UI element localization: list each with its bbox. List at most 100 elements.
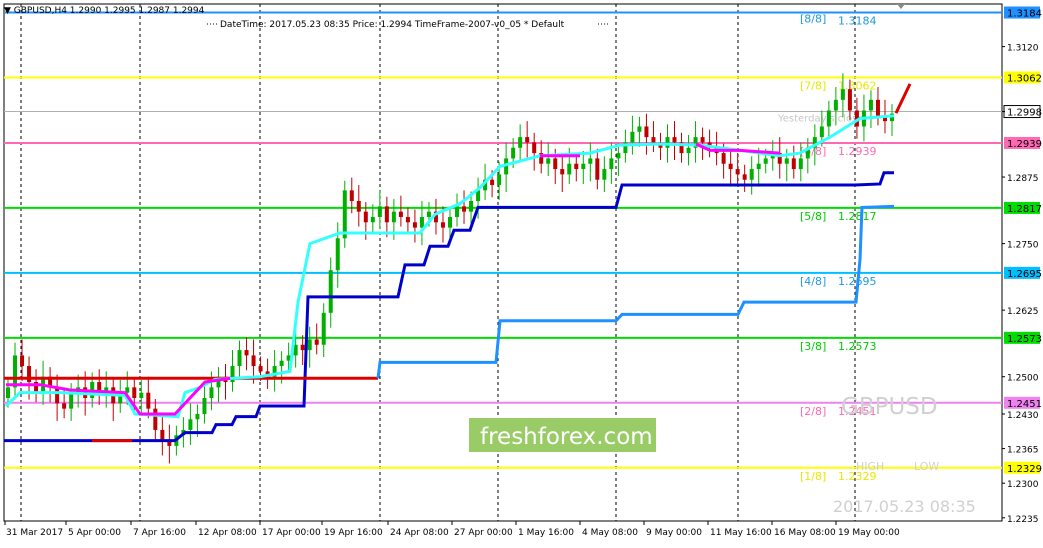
- candle-body: [384, 206, 389, 223]
- candle-body: [69, 392, 74, 409]
- y-tick-label: 1.2500: [1007, 374, 1039, 384]
- chart-root: [8/8] 1.3184 1.3184 [7/8] 1.3062 1.3062 [6/8] 1…: [0, 0, 1043, 544]
- x-tick-label: 1 May 16:00: [518, 528, 574, 538]
- candle-body: [188, 419, 193, 430]
- candle-body: [784, 158, 789, 164]
- y-tick-label: 1.2300: [1007, 480, 1039, 490]
- candle-body: [637, 126, 642, 132]
- candle-body: [644, 126, 649, 138]
- x-tick-label: 12 Apr 08:00: [198, 528, 257, 538]
- price-tag-value: 1.2695: [1007, 269, 1042, 280]
- candle-body: [237, 350, 242, 367]
- candle-body: [244, 350, 249, 356]
- candle-body: [20, 355, 25, 367]
- candle-body: [553, 158, 558, 170]
- candle-body: [546, 158, 551, 164]
- candle-body: [574, 163, 579, 170]
- candle-body: [160, 429, 165, 441]
- murrey-value: 1.2573: [838, 340, 877, 353]
- candle-body: [497, 174, 502, 186]
- candle-body: [868, 99, 873, 111]
- candle-body: [833, 99, 838, 111]
- murrey-label: [5/8]: [800, 210, 826, 223]
- candle-body: [448, 216, 452, 228]
- candle-body: [525, 137, 530, 143]
- price-tag-value: 1.2451: [1007, 399, 1042, 410]
- candle-body: [195, 413, 200, 420]
- candle-body: [405, 216, 410, 223]
- candle-body: [426, 211, 431, 217]
- candle-body: [686, 147, 691, 154]
- murrey-value: 1.3184: [838, 15, 877, 28]
- price-tag-value: 1.3062: [1007, 73, 1042, 84]
- candle-body: [440, 222, 445, 228]
- candle-body: [335, 238, 340, 271]
- candle-body: [132, 387, 137, 399]
- symbol-line: ▼ GBPUSD,H4 1.2990 1.2995 1.2987 1.2994: [4, 6, 205, 16]
- x-tick-label: 7 Apr 16:00: [133, 528, 186, 538]
- candle-body: [609, 158, 614, 170]
- candle-body: [490, 179, 495, 186]
- candle-body: [840, 89, 845, 100]
- murrey-value: 1.2939: [838, 145, 877, 158]
- candle-body: [377, 206, 382, 217]
- candle-body: [469, 201, 474, 212]
- x-tick-label: 4 May 08:00: [582, 528, 638, 538]
- candle-body: [798, 158, 803, 170]
- candle-body: [307, 339, 312, 351]
- x-tick-label: 19 May 00:00: [838, 528, 900, 538]
- candle-body: [826, 110, 831, 127]
- candle-body: [721, 153, 726, 164]
- x-tick-label: 9 May 00:00: [646, 528, 702, 538]
- symbol-watermark: GBPUSD: [841, 394, 938, 420]
- candle-body: [532, 142, 537, 154]
- candle-body: [251, 355, 256, 367]
- candle-body: [300, 344, 305, 351]
- price-tag-value: 1.2817: [1007, 204, 1042, 215]
- candle-body: [749, 169, 754, 180]
- candle-body: [595, 158, 600, 180]
- candle-body: [455, 206, 460, 217]
- candle-body: [398, 211, 403, 217]
- price-chart[interactable]: [8/8] 1.31841.3184[7/8] 1.30621.3062[6/8] 1…: [0, 0, 1043, 544]
- candle-body: [875, 99, 880, 116]
- y-tick-label: 1.3120: [1007, 44, 1039, 54]
- low-label: LOW: [914, 460, 939, 473]
- datetime-watermark: 2017.05.23 08:35: [833, 497, 976, 516]
- y-tick-label: 1.2625: [1007, 307, 1039, 317]
- candle-body: [62, 403, 67, 409]
- murrey-label: [4/8]: [800, 275, 826, 288]
- candle-body: [55, 387, 60, 404]
- candle-body: [700, 137, 705, 143]
- murrey-label: [8/8]: [800, 13, 826, 26]
- candle-body: [672, 137, 677, 143]
- candle-body: [279, 360, 284, 367]
- candle-body: [847, 89, 852, 111]
- x-tick-label: 17 Apr 00:00: [262, 528, 321, 538]
- murrey-label: [3/8]: [800, 340, 826, 353]
- candle-body: [314, 339, 319, 345]
- price-tag-value: 1.2573: [1007, 334, 1042, 345]
- x-tick-label: 5 Apr 00:00: [68, 528, 121, 538]
- candle-body: [419, 216, 424, 228]
- candle-body: [581, 163, 586, 170]
- candle-body: [258, 366, 263, 372]
- candle-body: [560, 169, 565, 175]
- y-tick-label: 1.2235: [1007, 515, 1039, 525]
- candle-body: [728, 163, 733, 170]
- y-tick-label: 1.2750: [1007, 241, 1039, 251]
- candle-body: [756, 163, 761, 170]
- x-tick-label: 16 May 08:00: [774, 528, 836, 538]
- candle-body: [146, 392, 151, 409]
- x-tick-label: 24 Apr 08:00: [390, 528, 449, 538]
- candle-body: [412, 222, 417, 228]
- candle-body: [518, 137, 523, 148]
- candle-body: [588, 158, 593, 164]
- candle-body: [567, 163, 572, 175]
- candle-body: [630, 131, 635, 143]
- murrey-value: 1.2817: [838, 210, 877, 223]
- candle-body: [13, 355, 18, 388]
- x-tick-label: 19 Apr 16:00: [324, 528, 383, 538]
- candle-body: [328, 270, 333, 313]
- candle-body: [742, 174, 747, 180]
